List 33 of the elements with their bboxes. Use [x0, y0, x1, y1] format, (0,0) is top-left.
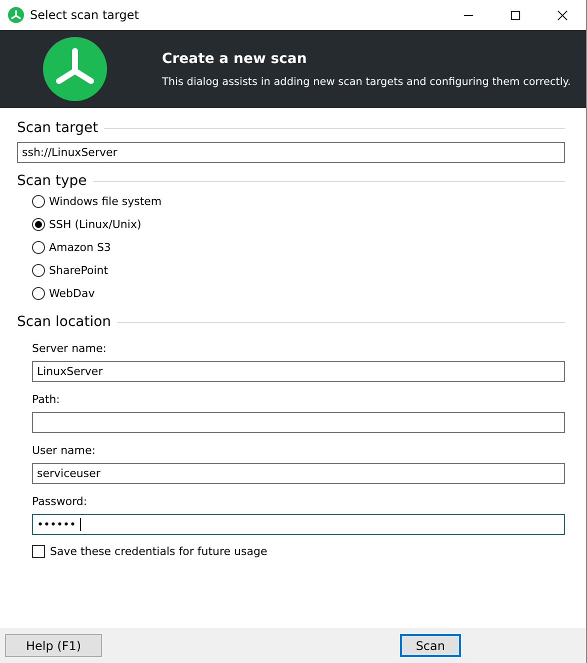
radio-button[interactable] [32, 264, 45, 277]
app-logo-icon [43, 37, 107, 101]
section-heading: Scan location [17, 314, 112, 330]
radio-button[interactable] [32, 241, 45, 254]
maximize-icon[interactable] [510, 10, 521, 20]
close-icon[interactable] [557, 10, 568, 20]
window-title: Select scan target [30, 8, 139, 22]
scan-button[interactable]: Scan [400, 634, 461, 657]
radio-label[interactable]: SSH (Linux/Unix) [49, 218, 142, 231]
input-field[interactable]: •••••• [32, 514, 565, 535]
input-field[interactable]: LinuxServer [32, 361, 565, 382]
input-field[interactable] [32, 412, 565, 433]
help-button[interactable]: Help (F1) [5, 634, 102, 657]
section-heading: Scan type [17, 173, 87, 189]
radio-button[interactable] [32, 218, 45, 231]
radio-label[interactable]: Amazon S3 [49, 241, 111, 254]
header-description: This dialog assists in adding new scan targets and configuring them correctly. [162, 76, 571, 88]
field-label: User name: [32, 444, 96, 457]
header-title: Create a new scan [162, 50, 308, 66]
field-label: Path: [32, 393, 61, 406]
app-logo-icon [8, 7, 24, 23]
input-field[interactable]: serviceuser [32, 463, 565, 484]
radio-button[interactable] [32, 287, 45, 300]
radio-label[interactable]: SharePoint [49, 264, 108, 277]
radio-label[interactable]: WebDav [49, 287, 95, 300]
field-label: Password: [32, 495, 88, 508]
radio-label[interactable]: Windows file system [49, 195, 162, 208]
section-heading: Scan target [17, 120, 98, 136]
scan-target-field[interactable]: ssh://LinuxServer [17, 142, 565, 163]
field-label: Server name: [32, 342, 108, 355]
radio-button[interactable] [32, 195, 45, 208]
checkbox[interactable] [32, 545, 45, 558]
checkbox-label[interactable]: Save these credentials for future usage [50, 545, 268, 558]
